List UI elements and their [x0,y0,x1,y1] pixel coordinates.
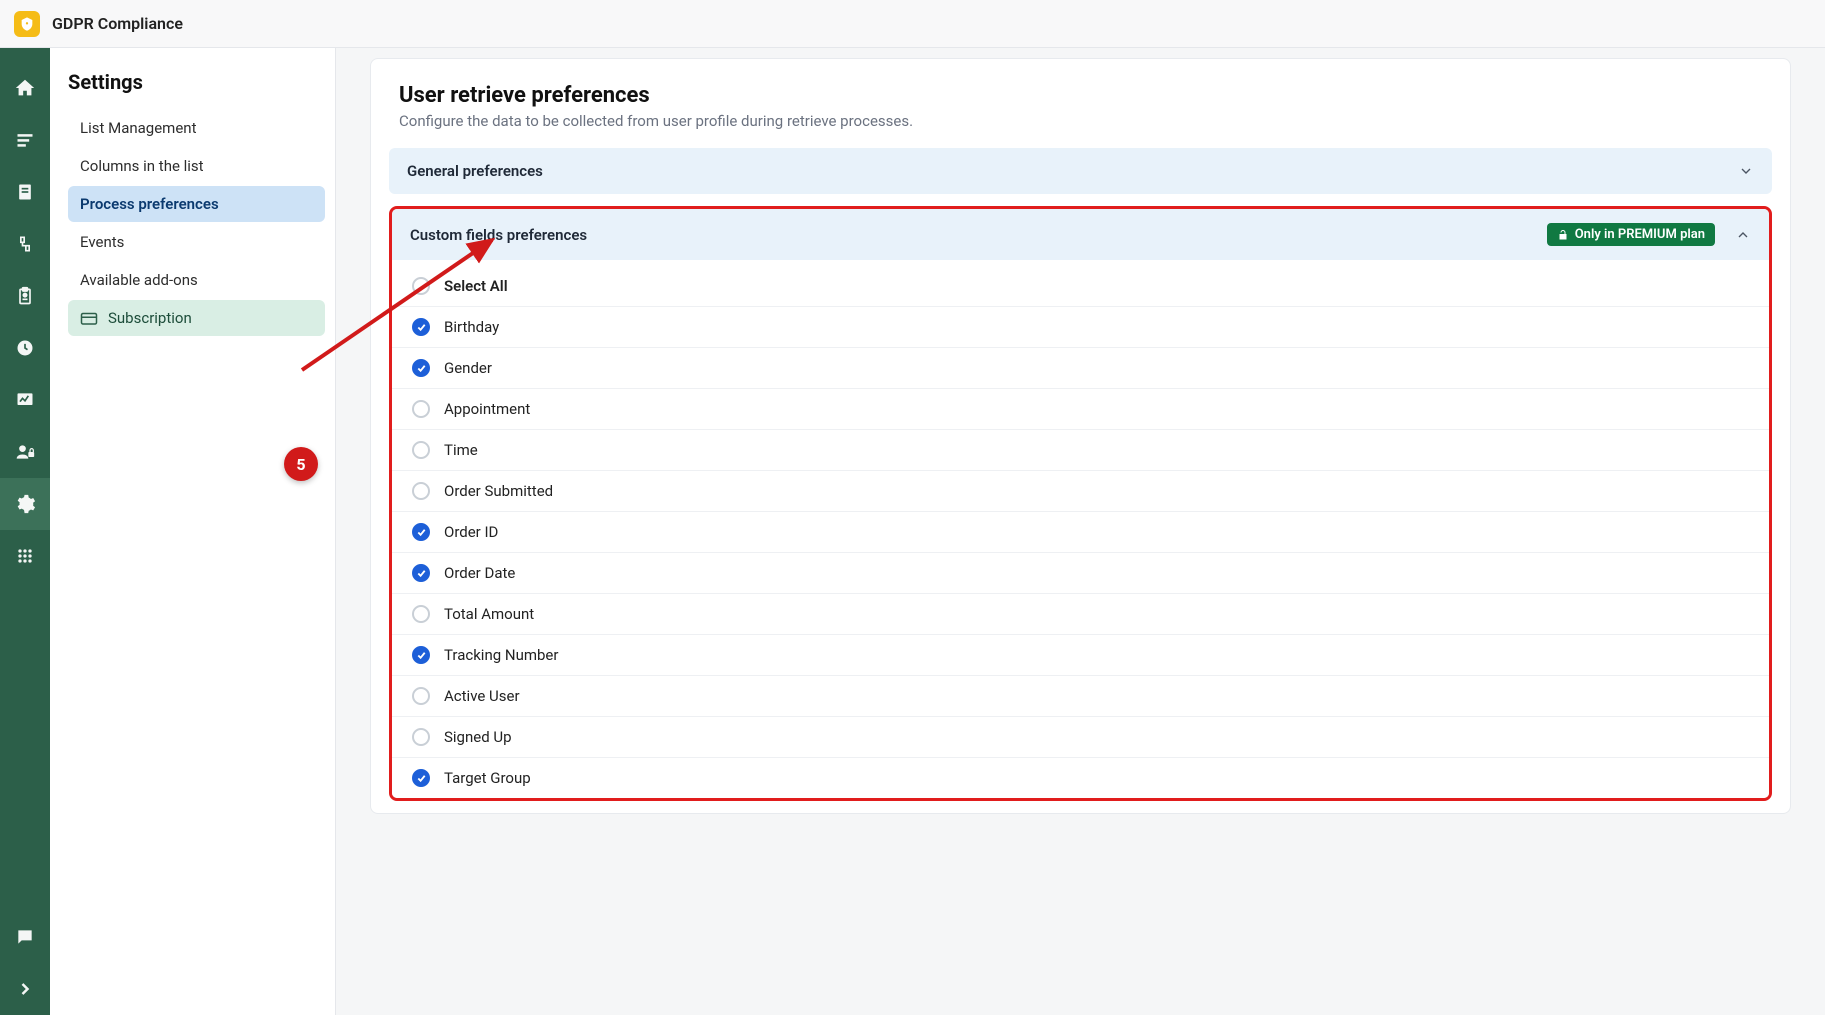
sidebar-item-label: Subscription [108,309,192,327]
general-preferences-section: General preferences [389,148,1772,194]
rail-user-lock-icon[interactable] [0,426,50,478]
field-label: Tracking Number [444,646,558,664]
rail-clock-icon[interactable] [0,322,50,374]
field-row[interactable]: Target Group [392,758,1769,798]
field-row[interactable]: Order Submitted [392,471,1769,512]
custom-fields-header[interactable]: Custom fields preferences Only in PREMIU… [392,209,1769,260]
section-title: General preferences [407,162,543,180]
preferences-card: User retrieve preferences Configure the … [370,58,1791,814]
sidebar-item-label: Columns in the list [80,157,204,175]
sidebar-item-label: Process preferences [80,195,219,213]
sidebar-item-events[interactable]: Events [68,224,325,260]
general-preferences-header[interactable]: General preferences [389,148,1772,194]
field-row[interactable]: Signed Up [392,717,1769,758]
field-row[interactable]: Gender [392,348,1769,389]
app-title: GDPR Compliance [52,14,183,33]
checkbox[interactable] [412,564,430,582]
field-row[interactable]: Time [392,430,1769,471]
rail-expand-icon[interactable] [0,963,50,1015]
field-row[interactable]: Order Date [392,553,1769,594]
checkbox[interactable] [412,646,430,664]
premium-badge[interactable]: Only in PREMIUM plan [1547,223,1715,246]
field-label: Signed Up [444,728,512,746]
field-row[interactable]: Select All [392,266,1769,307]
chevron-up-icon [1735,227,1751,243]
checkbox[interactable] [412,687,430,705]
checkbox[interactable] [412,318,430,336]
field-label: Order Submitted [444,482,553,500]
field-label: Order Date [444,564,515,582]
premium-badge-text: Only in PREMIUM plan [1575,227,1705,242]
field-label: Time [444,441,478,459]
checkbox[interactable] [412,605,430,623]
rail-transfer-icon[interactable] [0,218,50,270]
field-row[interactable]: Order ID [392,512,1769,553]
field-label: Appointment [444,400,530,418]
field-row[interactable]: Total Amount [392,594,1769,635]
main-content: User retrieve preferences Configure the … [336,48,1825,1015]
rail-chat-icon[interactable] [0,911,50,963]
rail-apps-icon[interactable] [0,530,50,582]
rail-home-icon[interactable] [0,62,50,114]
chevron-down-icon [1738,163,1754,179]
custom-fields-section: Custom fields preferences Only in PREMIU… [389,206,1772,801]
sidebar-item-addons[interactable]: Available add-ons [68,262,325,298]
rail-doc-icon[interactable] [0,166,50,218]
sidebar-item-list-management[interactable]: List Management [68,110,325,146]
section-title: Custom fields preferences [410,226,587,244]
rail-chart-icon[interactable] [0,374,50,426]
settings-heading: Settings [68,70,325,94]
field-label: Target Group [444,769,531,787]
checkbox[interactable] [412,769,430,787]
sidebar-item-label: Events [80,233,124,251]
field-row[interactable]: Active User [392,676,1769,717]
settings-sidebar: Settings List Management Columns in the … [50,48,336,1015]
custom-fields-list: Select All Birthday Gender Appointment Time O… [392,260,1769,798]
top-bar: GDPR Compliance [0,0,1825,48]
field-row[interactable]: Birthday [392,307,1769,348]
field-label: Total Amount [444,605,534,623]
field-label: Active User [444,687,520,705]
checkbox[interactable] [412,359,430,377]
left-rail [0,48,50,1015]
checkbox[interactable] [412,277,430,295]
checkbox[interactable] [412,441,430,459]
lock-open-icon [1557,229,1569,241]
checkbox[interactable] [412,523,430,541]
rail-list-icon[interactable] [0,114,50,166]
checkbox[interactable] [412,482,430,500]
sidebar-item-label: List Management [80,119,196,137]
sidebar-item-process-preferences[interactable]: Process preferences [68,186,325,222]
sidebar-item-label: Available add-ons [80,271,198,289]
card-icon [80,310,98,326]
checkbox[interactable] [412,728,430,746]
checkbox[interactable] [412,400,430,418]
page-title: User retrieve preferences [399,83,1762,108]
field-label: Birthday [444,318,499,336]
page-subtitle: Configure the data to be collected from … [399,112,1762,130]
field-label: Gender [444,359,492,377]
field-row[interactable]: Appointment [392,389,1769,430]
rail-clipboard-icon[interactable] [0,270,50,322]
sidebar-item-columns[interactable]: Columns in the list [68,148,325,184]
field-row[interactable]: Tracking Number [392,635,1769,676]
field-label: Order ID [444,523,498,541]
rail-settings-icon[interactable] [0,478,50,530]
sidebar-item-subscription[interactable]: Subscription [68,300,325,336]
app-logo [14,11,40,37]
field-label: Select All [444,277,508,295]
